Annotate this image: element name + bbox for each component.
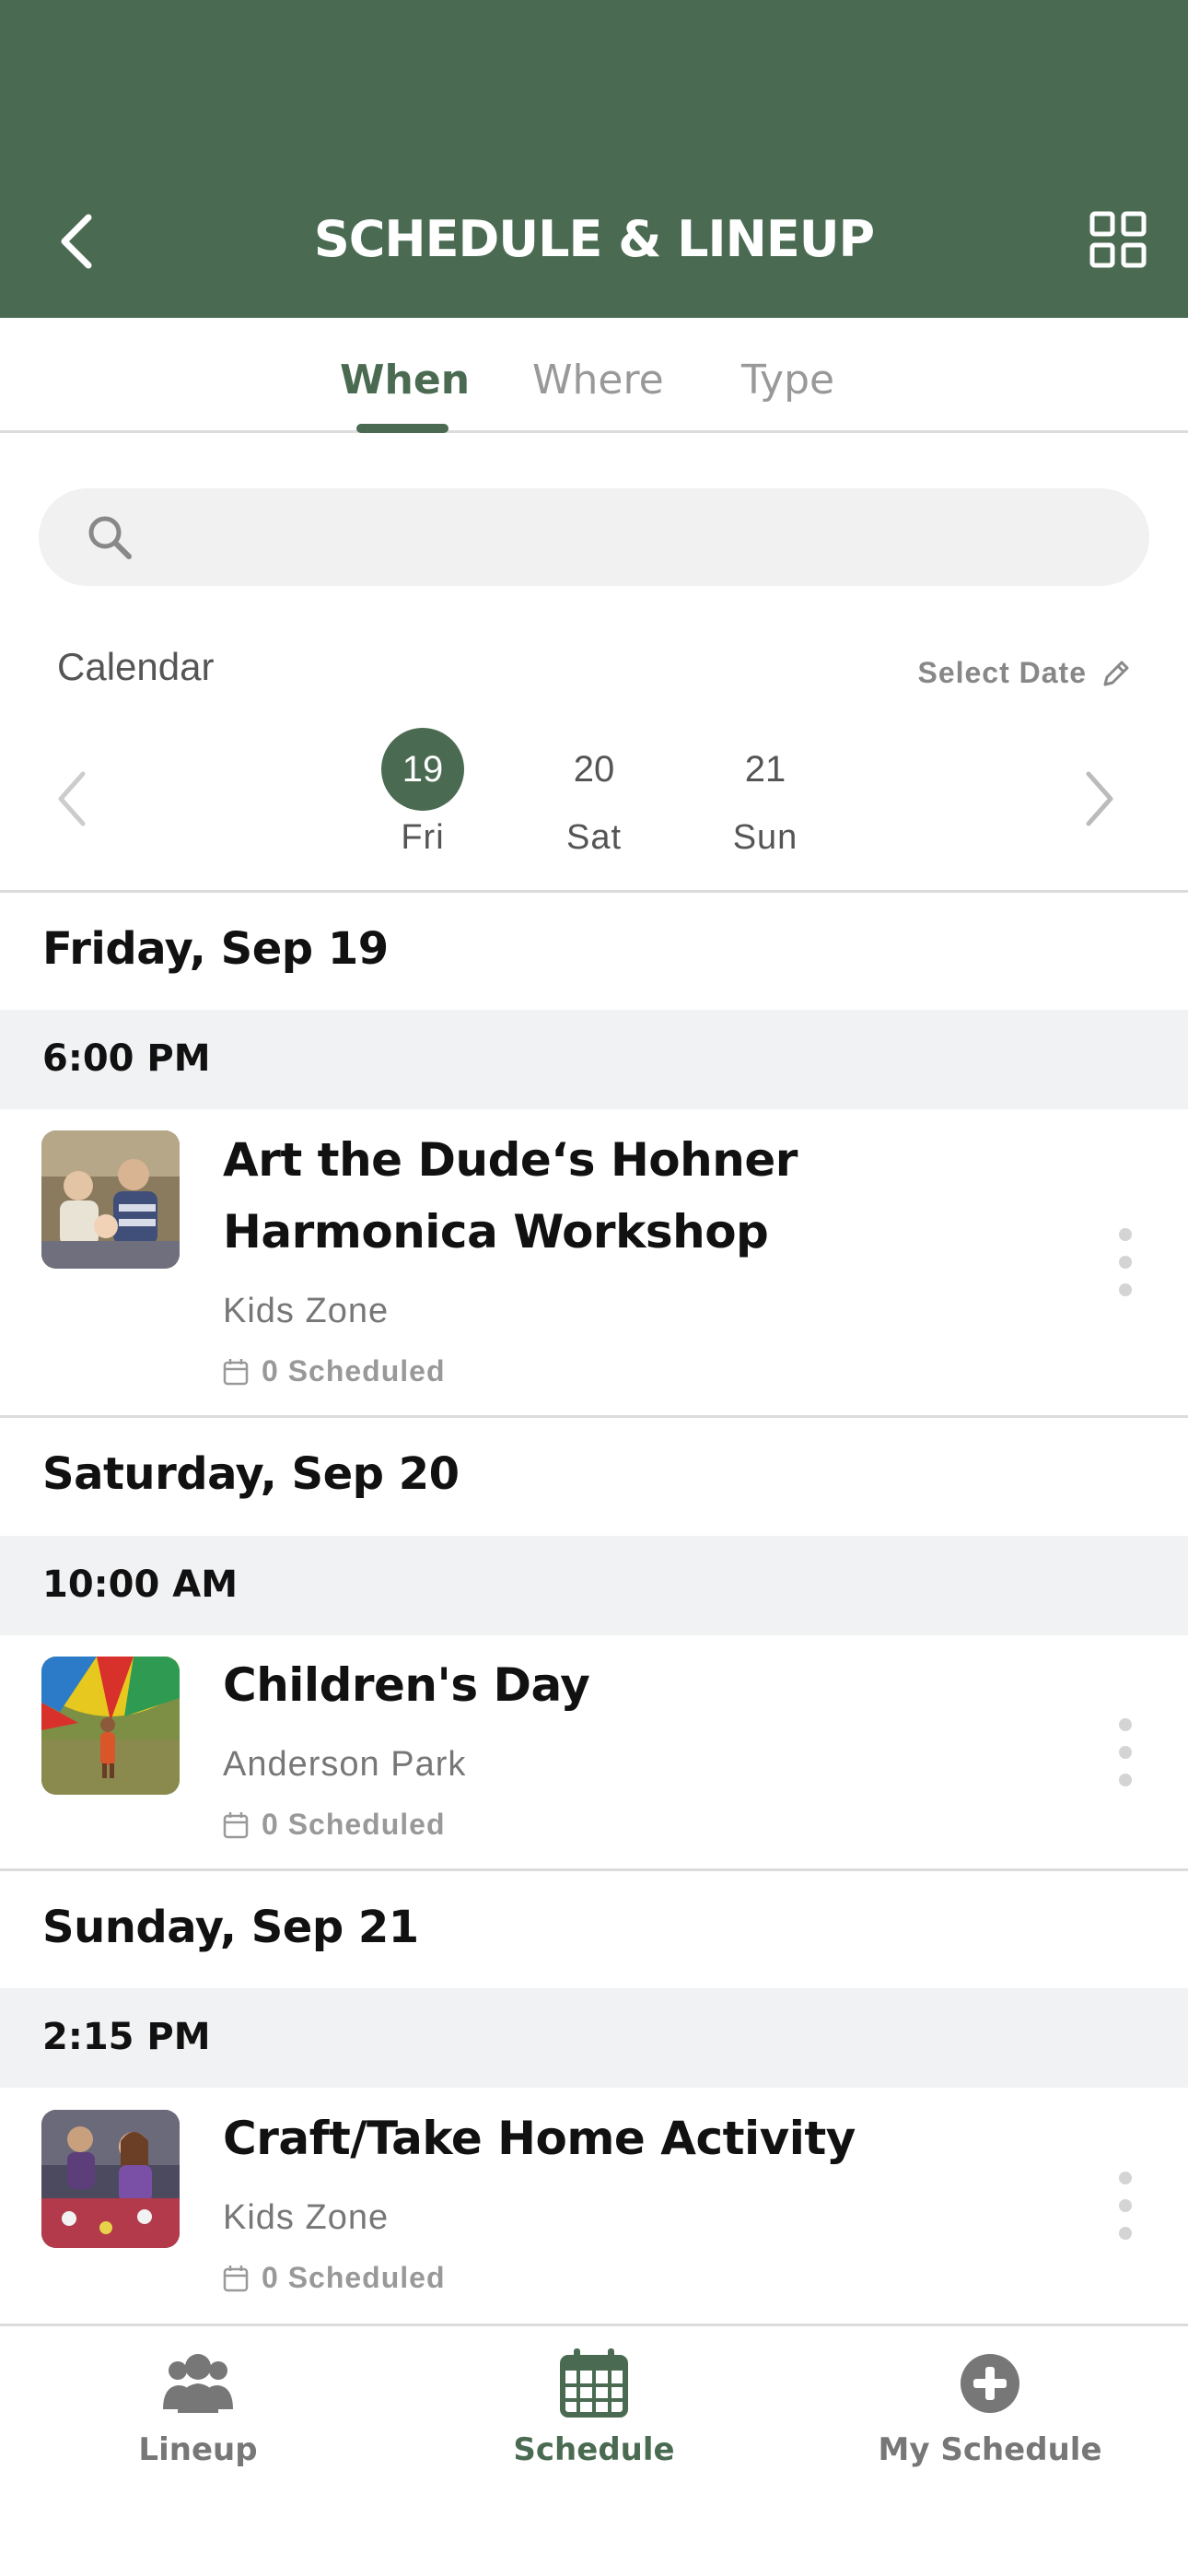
event-title[interactable]: Children's Day — [223, 1649, 1070, 1721]
bottom-nav: Lineup Schedule My Schedule — [0, 2324, 1188, 2576]
event-scheduled-count: 0 Scheduled — [223, 1808, 446, 1842]
time-slot-label: 2:15 PM — [42, 2016, 211, 2058]
app-header: SCHEDULE & LINEUP — [0, 0, 1188, 318]
event-thumbnail[interactable] — [41, 2110, 180, 2248]
time-slot-label: 6:00 PM — [42, 1037, 211, 1080]
tab-type[interactable]: Type — [741, 357, 834, 404]
more-options-icon[interactable] — [1112, 2169, 1138, 2242]
more-options-icon[interactable] — [1112, 1715, 1138, 1789]
people-icon — [163, 2354, 233, 2413]
day-header: Saturday, Sep 20 — [42, 1448, 460, 1500]
nav-label: My Schedule — [878, 2431, 1102, 2468]
event-scheduled-count: 0 Scheduled — [223, 1354, 446, 1388]
event-scheduled-count: 0 Scheduled — [223, 2261, 446, 2295]
day-number: 19 — [381, 728, 464, 811]
time-slot-bar: 10:00 AM — [0, 1536, 1188, 1635]
page-title: SCHEDULE & LINEUP — [313, 210, 875, 268]
day-header: Friday, Sep 19 — [42, 923, 389, 975]
day-number: 20 — [573, 749, 615, 790]
event-photo — [41, 2110, 180, 2248]
calendar-small-icon — [223, 2265, 249, 2291]
calendar-small-icon — [223, 1811, 249, 1838]
search-icon — [88, 516, 132, 559]
scheduled-count-label: 0 Scheduled — [262, 1808, 446, 1841]
tab-when[interactable]: When — [340, 357, 470, 404]
calendar-next-icon[interactable] — [1076, 767, 1122, 831]
nav-lineup[interactable]: Lineup — [60, 2345, 336, 2468]
event-title[interactable]: Craft/Take Home Activity — [223, 2102, 1070, 2174]
scheduled-count-label: 0 Scheduled — [262, 1354, 446, 1388]
calendar-small-icon — [223, 1358, 249, 1385]
day-header: Sunday, Sep 21 — [42, 1902, 419, 1953]
day-number: 21 — [744, 749, 786, 790]
calendar-prev-icon[interactable] — [50, 767, 96, 831]
time-slot-bar: 6:00 PM — [0, 1010, 1188, 1109]
event-title[interactable]: Art the Dude‘s Hohner Harmonica Workshop — [223, 1124, 1070, 1268]
divider — [0, 1415, 1188, 1418]
divider — [0, 890, 1188, 893]
calendar-day-20[interactable]: 20 Sat — [543, 728, 645, 858]
tab-where[interactable]: Where — [532, 357, 664, 404]
event-location: Kids Zone — [223, 2198, 390, 2237]
active-tab-indicator — [356, 424, 448, 433]
nav-my-schedule[interactable]: My Schedule — [852, 2345, 1128, 2468]
day-name: Sun — [732, 818, 798, 857]
pencil-icon — [1103, 661, 1129, 685]
search-input[interactable] — [39, 488, 1149, 586]
time-slot-bar: 2:15 PM — [0, 1988, 1188, 2088]
calendar-icon — [560, 2348, 628, 2418]
event-thumbnail[interactable] — [41, 1657, 180, 1795]
event-photo — [41, 1657, 180, 1795]
calendar-label: Calendar — [57, 645, 215, 688]
scheduled-count-label: 0 Scheduled — [262, 2261, 446, 2294]
divider — [0, 1868, 1188, 1871]
select-date-button[interactable]: Select Date — [917, 656, 1133, 690]
nav-schedule[interactable]: Schedule — [456, 2345, 732, 2468]
grid-view-icon[interactable] — [1089, 210, 1147, 269]
event-thumbnail[interactable] — [41, 1130, 180, 1269]
day-name: Fri — [401, 818, 445, 857]
event-location: Anderson Park — [223, 1745, 467, 1784]
day-name: Sat — [565, 818, 623, 857]
time-slot-label: 10:00 AM — [42, 1563, 239, 1606]
event-photo — [41, 1130, 180, 1269]
nav-label: Schedule — [513, 2431, 675, 2468]
plus-circle-icon — [961, 2354, 1019, 2413]
more-options-icon[interactable] — [1112, 1225, 1138, 1299]
select-date-label: Select Date — [917, 656, 1087, 689]
event-location: Kids Zone — [223, 1292, 390, 1330]
nav-label: Lineup — [138, 2431, 258, 2468]
calendar-day-21[interactable]: 21 Sun — [715, 728, 816, 858]
calendar-day-19[interactable]: 19 Fri — [372, 728, 473, 858]
filter-tabs: When Where Type — [0, 318, 1188, 433]
